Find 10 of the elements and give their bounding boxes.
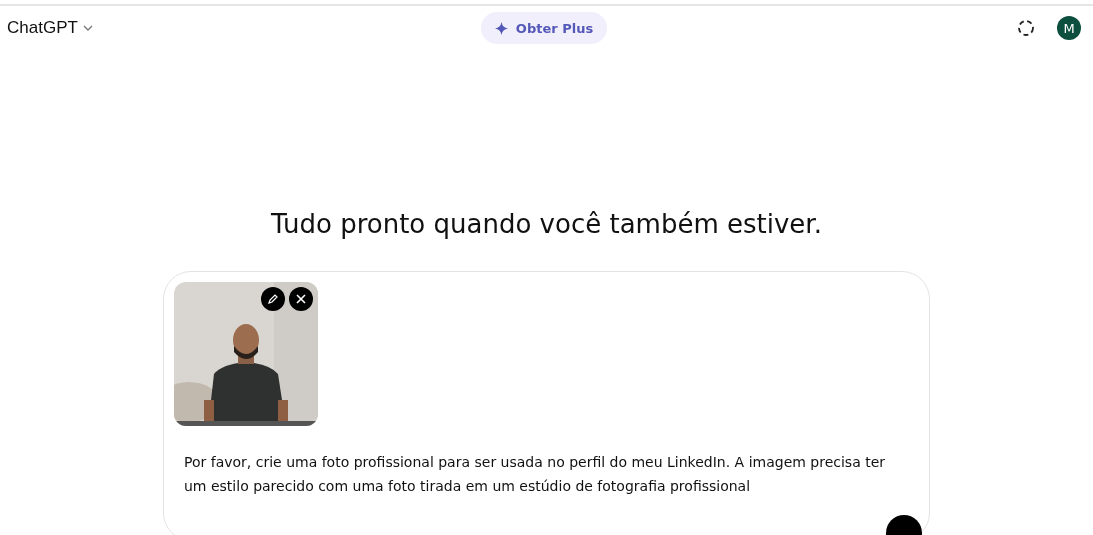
upgrade-button[interactable]: Obter Plus — [480, 12, 608, 45]
prompt-text[interactable]: Por favor, crie uma foto profissional para ser usada no perfil do meu LinkedIn. A imagem precisa ter um estilo parecido com uma foto tirada em um estúdio de fotografia profissional — [184, 449, 909, 498]
temporary-chat-button[interactable] — [1017, 19, 1035, 38]
sparkle-icon — [494, 21, 508, 35]
model-selector[interactable]: ChatGPT — [7, 18, 94, 39]
close-icon — [296, 293, 306, 304]
welcome-heading: Tudo pronto quando você também estiver. — [270, 208, 823, 239]
dashed-circle-icon — [1017, 19, 1035, 38]
pencil-icon — [267, 292, 279, 305]
user-avatar[interactable]: M — [1057, 16, 1081, 41]
